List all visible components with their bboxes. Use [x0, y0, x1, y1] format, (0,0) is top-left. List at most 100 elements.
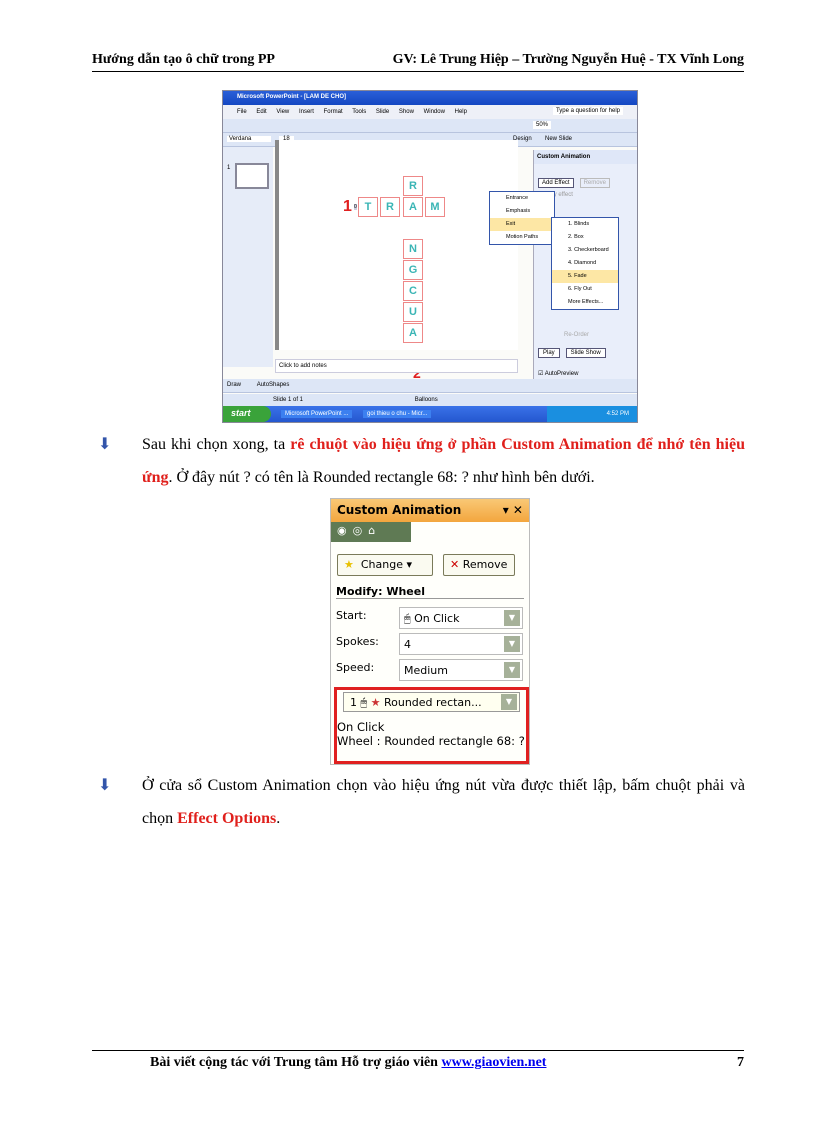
new-slide-button[interactable]: New Slide [545, 136, 572, 142]
chevron-down-icon: ▼ [504, 610, 520, 626]
modify-hint: fy effect [552, 192, 573, 198]
chevron-down-icon: ▼ [504, 636, 520, 652]
menu-window[interactable]: Window [424, 109, 445, 115]
reorder-label[interactable]: Re-Order [564, 332, 589, 338]
change-button[interactable]: ★ Change ▾ [337, 554, 433, 576]
menu-help[interactable]: Help [455, 109, 467, 115]
item-number: 1 [350, 696, 357, 709]
page-footer: Bài viết cộng tác với Trung tâm Hỗ trợ g… [92, 1050, 744, 1071]
remove-icon: ✕ [450, 558, 460, 571]
slide-thumbnail[interactable] [235, 163, 269, 189]
custom-animation-screenshot: Custom Animation ▾ ✕ ◉ ◎ ⌂ ★ Change ▾ ✕ Rem… [330, 498, 530, 765]
tooltip-line-2: Wheel : Rounded rectangle 68: ? [337, 734, 525, 748]
zoom-select[interactable]: 50% [533, 121, 552, 129]
highlight-box: 1 🖱 ★ Rounded rectan... ▼ On Click Wheel … [334, 687, 529, 764]
crossword-cell[interactable]: R [403, 176, 423, 196]
menu-item[interactable]: 2. Box [552, 231, 618, 244]
speed-label: Speed: [336, 661, 375, 674]
spokes-select[interactable]: 4 ▼ [399, 633, 523, 655]
crossword-cell[interactable]: U [403, 302, 423, 322]
menu-file[interactable]: File [237, 109, 247, 115]
crossword-cell[interactable]: A [403, 323, 423, 343]
header-left: Hướng dẫn tạo ô chữ trong PP [92, 52, 275, 67]
menu-item[interactable]: Entrance [490, 192, 554, 205]
powerpoint-screenshot: Microsoft PowerPoint - [LAM DE CHO] File… [222, 90, 638, 423]
add-effect-button[interactable]: Add Effect [538, 178, 574, 188]
exit-effects-menu: 1. Blinds 2. Box 3. Checkerboard 4. Diamond… [551, 217, 619, 310]
menu-item[interactable]: 4. Diamond [552, 257, 618, 270]
value: 4 [404, 638, 411, 651]
effect-category-menu: Entrance Emphasis Exit Motion Paths [489, 191, 555, 245]
forward-icon[interactable]: ◎ [353, 524, 363, 540]
speed-select[interactable]: Medium ▼ [399, 659, 523, 681]
autopreview-checkbox[interactable]: ☑ AutoPreview [538, 370, 578, 377]
autoshapes-menu[interactable]: AutoShapes [257, 382, 290, 388]
animation-list-item[interactable]: 1 🖱 ★ Rounded rectan... ▼ [343, 692, 520, 712]
back-icon[interactable]: ◉ [337, 524, 347, 540]
slide-canvas: 1 0 2 TRAMRNGCUA [275, 140, 518, 381]
slide-show-button[interactable]: Slide Show [565, 348, 606, 358]
menu-bar: File Edit View Insert Format Tools Slide… [223, 105, 637, 119]
bullet-icon: ⬇ [98, 777, 112, 794]
clock: 4:52 PM [547, 406, 637, 422]
close-icon[interactable]: ▾ ✕ [503, 503, 523, 518]
label: Change [360, 558, 403, 571]
value: On Click [414, 612, 460, 625]
page-header: Hướng dẫn tạo ô chữ trong PP GV: Lê Trun… [92, 52, 744, 72]
autopreview-label: AutoPreview [544, 371, 579, 377]
start-label: Start: [336, 609, 367, 622]
value: Medium [404, 664, 448, 677]
pane-header: Custom Animation ▾ ✕ [331, 499, 529, 522]
menu-view[interactable]: View [276, 109, 289, 115]
menu-item[interactable]: 5. Fade [552, 270, 618, 283]
menu-item[interactable]: Motion Paths [490, 231, 554, 244]
taskbar-item-powerpoint[interactable]: Microsoft PowerPoint ... [281, 410, 353, 418]
footer-link[interactable]: www.giaovien.net [441, 1055, 546, 1071]
remove-button[interactable]: Remove [579, 178, 610, 188]
crossword-cell[interactable]: N [403, 239, 423, 259]
home-icon[interactable]: ⌂ [368, 524, 375, 540]
start-select[interactable]: 🖱 On Click ▼ [399, 607, 523, 629]
taskbar-item-word[interactable]: goi thieu o chu - Micr... [363, 410, 432, 418]
chevron-down-icon: ▼ [504, 662, 520, 678]
pane-title: Custom Animation [534, 150, 637, 164]
spokes-label: Spokes: [336, 635, 379, 648]
crossword-cell[interactable]: C [403, 281, 423, 301]
menu-edit[interactable]: Edit [256, 109, 266, 115]
menu-insert[interactable]: Insert [299, 109, 314, 115]
label: Remove [462, 558, 508, 571]
crossword-cell[interactable]: A [403, 197, 423, 217]
crossword-cell[interactable]: G [403, 260, 423, 280]
menu-item[interactable]: Emphasis [490, 205, 554, 218]
crossword-cell[interactable]: R [380, 197, 400, 217]
clue-number-1: 1 [343, 198, 352, 215]
menu-slideshow[interactable]: Slide Show [376, 109, 414, 115]
highlight-text: Effect Options [177, 810, 277, 827]
draw-menu[interactable]: Draw [227, 382, 241, 388]
header-right: GV: Lê Trung Hiệp – Trường Nguyễn Huệ - … [392, 52, 744, 67]
menu-item[interactable]: 6. Fly Out [552, 283, 618, 296]
menu-item[interactable]: More Effects... [552, 296, 618, 309]
paragraph-2: ⬇ Ở cửa sổ Custom Animation chọn vào hiệu… [98, 769, 745, 835]
play-button[interactable]: Play [538, 348, 560, 358]
modify-heading: Modify: Wheel [336, 585, 524, 599]
crossword-cell[interactable]: M [425, 197, 445, 217]
menu-tools[interactable]: Tools [352, 109, 366, 115]
notes-area[interactable]: Click to add notes [275, 359, 518, 373]
bullet-icon: ⬇ [98, 436, 112, 453]
font-select[interactable]: Verdana [227, 136, 272, 142]
text: Sau khi chọn xong, ta [142, 436, 291, 453]
crossword-cell[interactable]: T [358, 197, 378, 217]
star-icon: ★ [344, 558, 354, 571]
slides-pane: 1 [223, 147, 273, 367]
help-search[interactable]: Type a question for help [552, 107, 623, 115]
menu-item[interactable]: Exit [490, 218, 554, 231]
text: . [276, 810, 281, 827]
menu-item[interactable]: 3. Checkerboard [552, 244, 618, 257]
menu-item[interactable]: 1. Blinds [552, 218, 618, 231]
taskbar: start Microsoft PowerPoint ... goi thieu… [223, 406, 637, 422]
remove-button[interactable]: ✕ Remove [443, 554, 515, 576]
start-button[interactable]: start [223, 406, 271, 422]
chevron-down-icon: ▼ [501, 694, 517, 710]
menu-format[interactable]: Format [324, 109, 343, 115]
